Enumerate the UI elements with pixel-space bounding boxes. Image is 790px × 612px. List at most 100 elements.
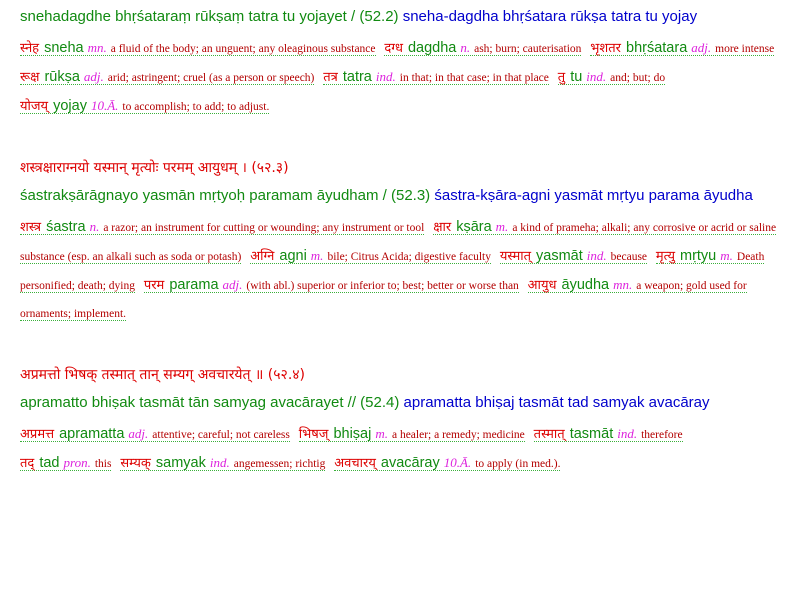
word-pos: ind. [617,426,638,441]
word-roman: bhṛśatara [626,40,688,56]
word-pos: ind. [586,248,607,263]
word-definition: a razor; an instrument for cutting or wo… [103,222,425,234]
gloss-entry: तद् tad pron. this [20,455,112,471]
word-definition: a fluid of the body; an unguent; any ole… [110,43,376,55]
verse-parsed-words: apramatta bhiṣaj tasmāt tad samyak avacā… [403,394,710,411]
word-definition: ash; burn; cauterisation [474,43,582,55]
word-gloss-list: अप्रमत्त apramatta adj. attentive; careful;… [20,420,785,478]
word-definition: a healer; a remedy; medicine [391,429,525,441]
word-roman: tad [39,455,60,471]
word-devanagari: भृशतर [590,41,621,56]
word-pos: ind. [586,69,607,84]
word-definition: and; but; do [610,72,666,84]
verse-transliteration: apramatto bhiṣak tasmāt tān samyag avacā… [20,392,785,414]
word-roman: rūkṣa [44,69,80,85]
word-devanagari: अवचारय् [334,456,376,471]
gloss-entry: तस्मात् tasmāt ind. therefore [533,426,683,442]
word-definition: because [610,251,648,263]
word-roman: sneha [44,40,84,56]
word-roman: avacāray [380,455,440,471]
verse-roman-text: snehadagdhe bhṛśataraṃ rūkṣaṃ tatra tu y… [20,8,399,25]
word-gloss-list: स्नेह sneha mn. a fluid of the body; an ung… [20,34,785,121]
word-devanagari: योजय् [20,99,49,114]
word-pos: m. [720,248,733,263]
word-pos: mn. [613,277,633,292]
word-roman: samyak [155,455,206,471]
verse-roman-text: apramatto bhiṣak tasmāt tān samyag avacā… [20,394,400,411]
word-devanagari: सम्यक् [120,456,151,471]
word-definition: bile; Citrus Acida; digestive faculty [327,251,491,263]
gloss-entry: अप्रमत्त apramatta adj. attentive; careful;… [20,426,290,442]
word-roman: yojay [53,98,87,114]
verse-block-52-3: शस्त्रक्षाराग्नयो यस्मान् मृत्योः परमम् … [20,157,785,328]
word-definition: to accomplish; to add; to adjust. [122,101,270,113]
verse-parsed-words: sneha-dagdha bhṛśatara rūkṣa tatra tu yo… [402,8,698,25]
word-roman: mṛtyu [680,248,717,264]
gloss-entry: भिषज् bhiṣaj m. a healer; a remedy; medicin… [298,426,525,442]
verse-block-52-2: snehadagdhe bhṛśataraṃ rūkṣaṃ tatra tu y… [20,6,785,121]
word-definition: to apply (in med.). [475,458,561,470]
gloss-entry: योजय् yojay 10.Ā. to accomplish; to add; to… [20,98,270,114]
word-pos: adj. [222,277,243,292]
word-roman: apramatta [59,426,125,442]
word-devanagari: स्नेह [20,41,40,56]
document-body: snehadagdhe bhṛśataraṃ rūkṣaṃ tatra tu y… [20,6,785,478]
word-definition: in that; in that case; in that place [399,72,549,84]
word-roman: kṣāra [456,219,492,235]
word-pos: 10.Ā. [443,455,472,470]
word-pos: mn. [87,40,107,55]
word-definition: attentive; careful; not careless [152,429,290,441]
word-pos: m. [495,219,509,234]
gloss-entry: शस्त्र śastra n. a razor; an instrument for… [20,219,425,235]
gloss-entry: दग्ध dagdha n. ash; burn; cauterisation [384,40,582,56]
word-roman: tatra [342,69,372,85]
gloss-entry: अवचारय् avacāray 10.Ā. to apply (in med.). [334,455,561,471]
verse-transliteration: snehadagdhe bhṛśataraṃ rūkṣaṃ tatra tu y… [20,6,785,28]
verse-devanagari: शस्त्रक्षाराग्नयो यस्मान् मृत्योः परमम् … [20,160,289,176]
word-pos: ind. [209,455,230,470]
word-definition: (with abl.) superior or inferior to; bes… [246,280,519,292]
word-devanagari: क्षार [433,220,452,235]
word-pos: adj. [128,426,149,441]
word-definition: this [94,458,112,470]
word-devanagari: तस्मात् [533,427,565,442]
word-roman: śastra [46,219,86,235]
word-devanagari: यस्मात् [499,249,531,264]
word-devanagari: दग्ध [384,41,403,56]
word-roman: dagdha [407,40,457,56]
word-definition: arid; astringent; cruel (as a person or … [107,72,315,84]
word-devanagari: परम [143,278,165,293]
word-roman: āyudha [561,277,610,293]
gloss-entry: रूक्ष rūkṣa adj. arid; astringent; cruel (a… [20,69,315,85]
word-pos: n. [89,219,100,234]
word-roman: parama [169,277,219,293]
verse-devanagari: अप्रमत्तो भिषक् तस्मात् तान् सम्यग् अवचा… [20,367,306,383]
word-pos: pron. [63,455,91,470]
word-pos: adj. [83,69,104,84]
gloss-entry: सम्यक् samyak ind. angemessen; richtig [120,455,326,471]
gloss-entry: भृशतर bhṛśatara adj. more intense [590,40,775,56]
word-devanagari: आयुध [527,278,557,293]
word-devanagari: अप्रमत्त [20,427,55,442]
word-devanagari: शस्त्र [20,220,42,235]
word-pos: ind. [375,69,396,84]
word-roman: yasmāt [536,248,583,264]
word-roman: tasmāt [569,426,614,442]
verse-block-52-4: अप्रमत्तो भिषक् तस्मात् तान् सम्यग् अवचा… [20,364,785,478]
word-roman: tu [570,69,583,85]
word-pos: m. [375,426,388,441]
gloss-entry: यस्मात् yasmāt ind. because [499,248,648,264]
word-devanagari: तु [557,70,566,85]
verse-transliteration: śastrakṣārāgnayo yasmān mṛtyoḥ paramam ā… [20,185,785,207]
gloss-entry: परम parama adj. (with abl.) superior or inf… [143,277,519,293]
word-pos: 10.Ā. [90,98,119,113]
gloss-entry: स्नेह sneha mn. a fluid of the body; an ung… [20,40,376,56]
gloss-entry: अग्नि agni m. bile; Citrus Acida; digestive… [250,248,491,264]
gloss-entry: तु tu ind. and; but; do [557,69,666,85]
word-definition: therefore [641,429,683,441]
word-devanagari: अग्नि [250,249,275,264]
verse-parsed-words: śastra-kṣāra-agni yasmāt mṛtyu parama āy… [434,187,753,204]
word-roman: agni [279,248,307,264]
word-definition: more intense [715,43,775,55]
word-devanagari: भिषज् [298,427,329,442]
